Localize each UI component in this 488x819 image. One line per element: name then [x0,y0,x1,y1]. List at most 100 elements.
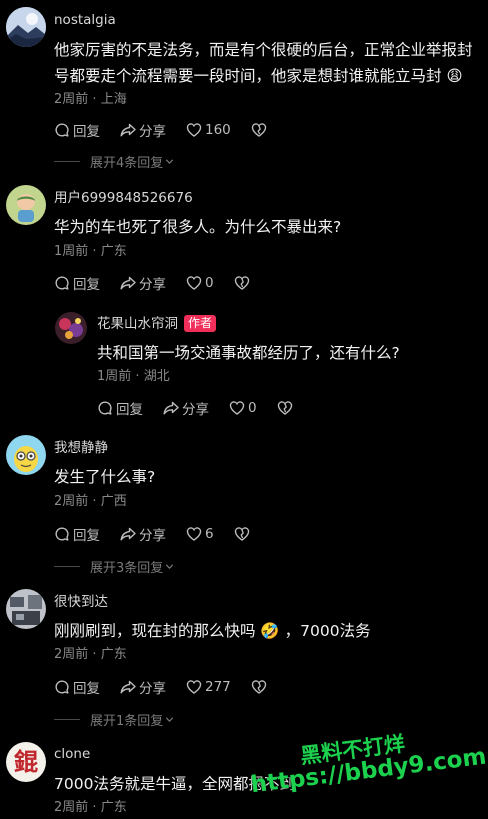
heart-icon [229,400,245,416]
share-icon [120,679,136,695]
reply-icon [54,679,70,695]
avatar[interactable] [6,7,46,47]
comment-time: 2周前 [54,494,89,509]
like-count: 0 [248,400,257,416]
avatar[interactable] [6,435,46,475]
share-icon [120,526,136,542]
avatar[interactable] [55,312,87,344]
comment-location: 广东 [100,647,127,662]
expand-label: 展开1条回复 [90,713,164,729]
like-button[interactable]: 277 [186,679,231,695]
expand-label: 展开4条回复 [90,155,164,171]
comment-location: 广西 [100,494,127,509]
comment-actions: 回复 分享 0 [97,398,296,418]
share-button[interactable]: 分享 [120,273,166,293]
dislike-button[interactable] [277,400,296,416]
reply-username[interactable]: 花果山水帘洞 [97,316,178,332]
dislike-button[interactable] [234,526,253,542]
reply-icon [54,122,70,138]
like-button[interactable]: 0 [186,275,214,291]
share-label: 分享 [139,277,166,293]
share-button[interactable]: 分享 [120,524,166,544]
username[interactable]: clone [54,745,90,763]
share-button[interactable]: 分享 [120,677,166,697]
broken-heart-icon [234,275,250,291]
share-button[interactable]: 分享 [120,120,166,140]
broken-heart-icon [251,122,267,138]
broken-heart-icon [234,526,250,542]
divider-line [54,718,80,720]
heart-icon [186,122,202,138]
heart-icon [186,275,202,291]
avatar-image [55,312,87,344]
avatar-image [6,185,46,225]
expand-label: 展开3条回复 [90,560,164,576]
author-badge: 作者 [184,315,217,332]
share-icon [163,400,179,416]
chevron-down-icon [164,561,175,572]
comment-text: 发生了什么事? [54,468,156,486]
reply-label: 回复 [116,402,143,418]
comment-location: 广东 [100,800,127,815]
reply-icon [54,526,70,542]
comment-actions: 回复 分享 6 [54,524,253,544]
dislike-button[interactable] [251,122,270,138]
avatar-image [6,7,46,47]
reply-icon [54,275,70,291]
like-button[interactable]: 6 [186,526,214,542]
like-button[interactable]: 160 [186,122,231,138]
expand-replies-button[interactable]: 展开4条回复 [54,152,175,171]
comment-location: 湖北 [143,369,170,384]
comment-time: 2周前 [54,92,89,107]
comment-time: 2周前 [54,647,89,662]
reply-button[interactable]: 回复 [54,120,100,140]
comment-text-line: 号都要走个流程需要一段时间，他家是想封谁就能立马封 😩 [54,67,463,85]
share-icon [120,275,136,291]
reply-label: 回复 [73,277,100,293]
avatar[interactable] [6,185,46,225]
comment-text: 华为的车也死了很多人。为什么不暴出来? [54,218,342,236]
share-label: 分享 [139,681,166,697]
reply-button[interactable]: 回复 [54,677,100,697]
divider-line [54,565,80,567]
comment-meta: 1周前 · 湖北 [97,369,170,384]
comment-meta: 1周前 · 广东 [54,244,127,259]
username: 花果山水帘洞 作者 [97,315,217,333]
dislike-button[interactable] [251,679,270,695]
reply-label: 回复 [73,681,100,697]
comment-meta: 2周前 · 广西 [54,494,127,509]
divider-line [54,160,80,162]
share-button[interactable]: 分享 [163,398,209,418]
reply-label: 回复 [73,124,100,140]
like-count: 160 [205,122,231,138]
reply-label: 回复 [73,528,100,544]
reply-button[interactable]: 回复 [97,398,143,418]
username[interactable]: 很快到达 [54,593,108,611]
share-label: 分享 [139,124,166,140]
reply-icon [97,400,113,416]
comment-actions: 回复 分享 0 [54,273,253,293]
comment-actions: 回复 分享 277 [54,677,270,697]
avatar[interactable] [6,589,46,629]
avatar[interactable]: 錕 [6,742,46,782]
like-count: 0 [205,275,214,291]
chevron-down-icon [164,156,175,167]
comment-time: 2周前 [54,800,89,815]
reply-button[interactable]: 回复 [54,524,100,544]
username[interactable]: 用户6999848526676 [54,189,193,207]
comment-text-line: 他家厉害的不是法务，而是有个很硬的后台，正常企业举报封 [54,41,473,59]
username[interactable]: 我想静静 [54,439,108,457]
heart-icon [186,526,202,542]
comment-text: 共和国第一场交通事故都经历了，还有什么? [97,344,400,362]
comment-time: 1周前 [97,369,132,384]
like-button[interactable]: 0 [229,400,257,416]
reply-button[interactable]: 回复 [54,273,100,293]
like-count: 277 [205,679,231,695]
expand-replies-button[interactable]: 展开3条回复 [54,557,175,576]
expand-replies-button[interactable]: 展开1条回复 [54,710,175,729]
username[interactable]: nostalgia [54,11,116,29]
share-label: 分享 [182,402,209,418]
dislike-button[interactable] [234,275,253,291]
share-icon [120,122,136,138]
share-label: 分享 [139,528,166,544]
